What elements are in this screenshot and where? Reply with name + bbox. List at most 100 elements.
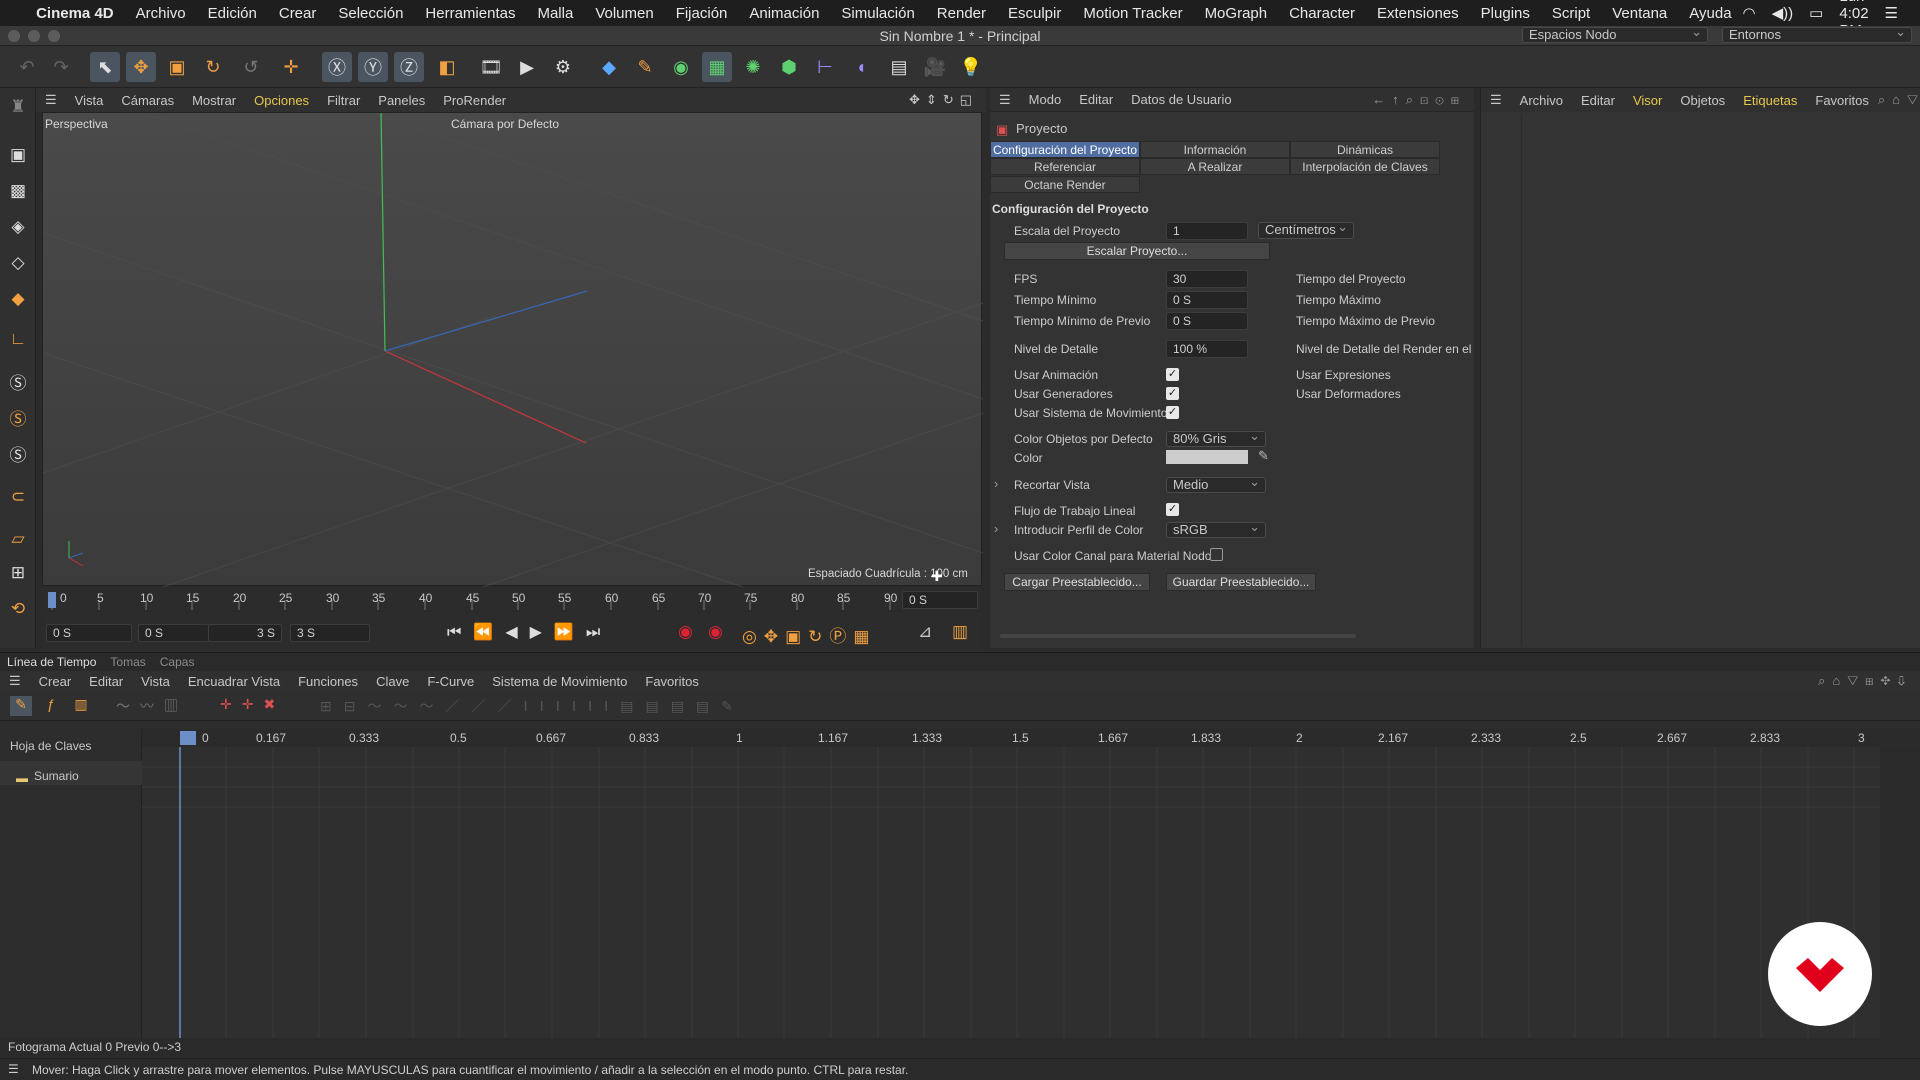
render-picture-viewer-icon[interactable]: ▶: [512, 52, 542, 82]
expand-arrow-icon[interactable]: ›: [994, 521, 998, 536]
viewport-name[interactable]: Perspectiva: [45, 117, 108, 131]
snap-icon[interactable]: Ⓢ: [3, 366, 33, 396]
range-end-field[interactable]: 3 S: [208, 624, 282, 642]
timeline-menu-vista[interactable]: Vista: [132, 674, 179, 689]
color-swatch[interactable]: [1166, 450, 1248, 464]
subdivision-icon[interactable]: ◉: [666, 52, 696, 82]
menu-volumen[interactable]: Volumen: [584, 5, 664, 22]
viewport-menu-vista[interactable]: Vista: [66, 93, 113, 108]
workplane-icon[interactable]: ▱: [3, 524, 33, 554]
deformer-icon[interactable]: ✺: [738, 52, 768, 82]
min-preview-field[interactable]: 0 S: [1166, 312, 1248, 330]
motion-mode-icon[interactable]: ▥: [70, 696, 92, 716]
tab-interpolacion-claves[interactable]: Interpolación de Claves: [1290, 158, 1440, 175]
fps-field[interactable]: 30: [1166, 270, 1248, 288]
z-axis-icon[interactable]: Ⓩ: [394, 52, 424, 82]
node-material-color-checkbox[interactable]: [1210, 548, 1223, 561]
redo-icon[interactable]: ↷: [46, 52, 76, 82]
horizontal-scrollbar[interactable]: [1000, 634, 1356, 638]
playback-controls[interactable]: ⏮⏪◀▶⏩⏭: [447, 622, 612, 642]
model-mode-icon[interactable]: ▣: [3, 140, 33, 170]
tab-linea-tiempo[interactable]: Línea de Tiempo: [0, 655, 103, 669]
menu-herramientas[interactable]: Herramientas: [414, 5, 526, 22]
make-editable-icon[interactable]: ♜: [3, 92, 33, 122]
attribute-menu-modo[interactable]: Modo: [1020, 92, 1071, 107]
load-preset-button[interactable]: Cargar Preestablecido...: [1004, 573, 1150, 591]
y-axis-icon[interactable]: Ⓨ: [358, 52, 388, 82]
menu-extensiones[interactable]: Extensiones: [1366, 5, 1470, 22]
viewport-menu-filtrar[interactable]: Filtrar: [318, 93, 369, 108]
keymode-icon[interactable]: ✎: [10, 696, 32, 716]
object-menu-objetos[interactable]: Objetos: [1671, 93, 1734, 108]
viewport-menu-paneles[interactable]: Paneles: [369, 93, 434, 108]
timeline-menu-sistema-movimiento[interactable]: Sistema de Movimiento: [483, 674, 636, 689]
key-tools[interactable]: ✛✛✖: [220, 696, 285, 713]
use-motion-system-checkbox[interactable]: ✓: [1166, 406, 1179, 419]
menu-render[interactable]: Render: [926, 5, 997, 22]
add-tool-icon[interactable]: ✛: [276, 52, 306, 82]
clip-view-dropdown[interactable]: Medio: [1166, 475, 1266, 493]
object-nav-icons[interactable]: ⌕⌂▽⊞: [1878, 92, 1920, 108]
menu-esculpir[interactable]: Esculpir: [997, 5, 1072, 22]
viewport-menu-camaras[interactable]: Cámaras: [112, 93, 183, 108]
timeline-ruler[interactable]: 0 5 10 15 20 25 30 35 40 45 50 55 60 65 …: [42, 588, 982, 610]
tab-configuracion-proyecto[interactable]: Configuración del Proyecto: [990, 141, 1140, 158]
expand-arrow-icon[interactable]: ›: [994, 476, 998, 491]
timeline-menu-clave[interactable]: Clave: [367, 674, 418, 689]
viewport-3d[interactable]: Perspectiva Cámara por Defecto Espaciado…: [42, 112, 983, 587]
viewport-menu-opciones[interactable]: Opciones: [245, 93, 318, 108]
layout-dropdown[interactable]: Espacios Nodo: [1522, 25, 1708, 43]
polygons-mode-icon[interactable]: ◆: [3, 284, 33, 314]
environment-dropdown[interactable]: Entornos: [1722, 25, 1912, 43]
scale-tool-icon[interactable]: ▣: [162, 52, 192, 82]
attribute-menu-editar[interactable]: Editar: [1070, 92, 1122, 107]
tab-informacion[interactable]: Información: [1140, 141, 1290, 158]
points-mode-icon[interactable]: ◈: [3, 212, 33, 242]
menu-list-icon[interactable]: ☰: [1885, 4, 1898, 22]
viewport-menu-icon[interactable]: ☰: [36, 92, 66, 108]
viewport-menu-prorender[interactable]: ProRender: [434, 93, 515, 108]
tab-referenciar[interactable]: Referenciar: [990, 158, 1140, 175]
timeline-menu-funciones[interactable]: Funciones: [289, 674, 367, 689]
tab-dinamicas[interactable]: Dinámicas: [1290, 141, 1440, 158]
attribute-menu-icon[interactable]: ☰: [990, 92, 1020, 108]
menu-archivo[interactable]: Archivo: [125, 5, 197, 22]
recent-tool-icon[interactable]: ↺: [236, 52, 266, 82]
menu-seleccion[interactable]: Selección: [327, 5, 414, 22]
timeline-menu-editar[interactable]: Editar: [80, 674, 132, 689]
menu-simulacion[interactable]: Simulación: [830, 5, 925, 22]
use-animation-checkbox[interactable]: ✓: [1166, 368, 1179, 381]
render-settings-icon[interactable]: ⚙: [548, 52, 578, 82]
cube-icon[interactable]: ◆: [594, 52, 624, 82]
menu-ventana[interactable]: Ventana: [1601, 5, 1678, 22]
linear-workflow-checkbox[interactable]: ✓: [1166, 503, 1179, 516]
curve-tools[interactable]: 〜〰▥: [116, 696, 188, 716]
menu-character[interactable]: Character: [1278, 5, 1366, 22]
tab-a-realizar[interactable]: A Realizar: [1140, 158, 1290, 175]
timeline-menu-favoritos[interactable]: Favoritos: [636, 674, 707, 689]
timeline-nav-icons[interactable]: ⌕⌂▽⊞✥⇩: [1818, 673, 1920, 689]
fcurve-icon[interactable]: ▥: [952, 622, 968, 642]
lod-field[interactable]: 100 %: [1166, 340, 1248, 358]
select-tool-icon[interactable]: ⬉: [90, 52, 120, 82]
scale-unit-dropdown[interactable]: Centímetros: [1258, 220, 1354, 239]
environment-icon[interactable]: ◖: [846, 52, 876, 82]
scale-project-button[interactable]: Escalar Proyecto...: [1004, 242, 1270, 260]
menu-fijacion[interactable]: Fijación: [665, 5, 739, 22]
battery-icon[interactable]: ▭: [1809, 4, 1823, 22]
eyedropper-icon[interactable]: ✎: [1258, 448, 1269, 464]
menu-animacion[interactable]: Animación: [738, 5, 830, 22]
keysheet-grid[interactable]: 0 0.167 0.333 0.5 0.667 0.833 1 1.167 1.…: [142, 729, 1920, 1045]
fcurve-mode-icon[interactable]: ƒ: [40, 696, 62, 716]
current-frame-field[interactable]: 0 S: [902, 591, 978, 609]
edges-mode-icon[interactable]: ◇: [3, 248, 33, 278]
render-view-icon[interactable]: 🎞: [476, 52, 506, 82]
pen-icon[interactable]: ✎: [630, 52, 660, 82]
magnet-icon[interactable]: ⊂: [3, 482, 33, 512]
floor-icon[interactable]: ▤: [884, 52, 914, 82]
use-generators-checkbox[interactable]: ✓: [1166, 387, 1179, 400]
object-menu-favoritos[interactable]: Favoritos: [1806, 93, 1877, 108]
object-menu-archivo[interactable]: Archivo: [1511, 93, 1572, 108]
tab-tomas[interactable]: Tomas: [103, 655, 152, 669]
range-start-field[interactable]: 0 S: [138, 624, 208, 642]
